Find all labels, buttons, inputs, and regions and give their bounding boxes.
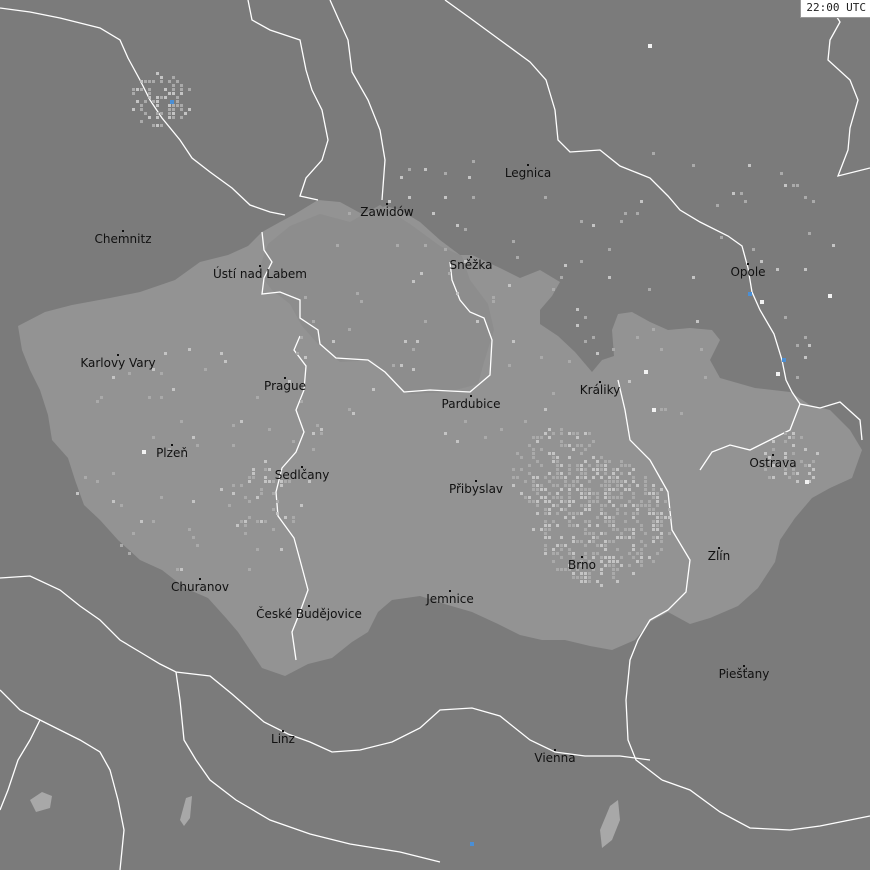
city-label: Králiky: [579, 383, 621, 397]
city-label: Legnica: [504, 166, 552, 180]
city-label: Piešťany: [718, 667, 770, 681]
city-label: Jemnice: [426, 592, 474, 606]
lightning-map[interactable]: Legnica Zawidów Chemnitz Ústí nad Labem Sněž…: [0, 0, 870, 870]
city-label: Vienna: [534, 751, 576, 765]
city-label: Prague: [264, 379, 306, 393]
city-label: Brno: [568, 558, 596, 572]
city-label: České Budějovice: [256, 607, 362, 621]
city-label: Zlín: [707, 549, 731, 563]
city-label: Sedlčany: [274, 468, 330, 482]
city-label: Ostrava: [749, 456, 797, 470]
map-canvas: [0, 0, 870, 870]
city-label: Zawidów: [360, 205, 414, 219]
city-label: Opole: [730, 265, 766, 279]
city-label: Pardubice: [441, 397, 501, 411]
city-label: Přibyslav: [448, 482, 504, 496]
city-label: Sněžka: [449, 258, 493, 272]
city-label: Churanov: [171, 580, 229, 594]
city-label: Chemnitz: [94, 232, 152, 246]
city-label: Plzeň: [156, 446, 188, 460]
city-label: Linz: [271, 732, 295, 746]
timestamp-label: 22:00 UTC: [800, 0, 870, 18]
city-label: Karlovy Vary: [80, 356, 156, 370]
city-label: Ústí nad Labem: [212, 267, 308, 281]
